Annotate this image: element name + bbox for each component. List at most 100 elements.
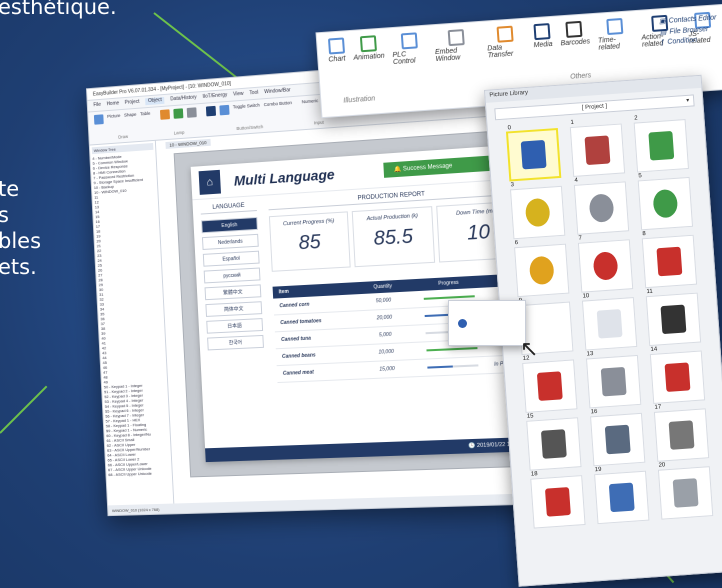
ribbon-item[interactable]: Table [140, 111, 151, 122]
toolbar-media-button[interactable]: Media [532, 23, 553, 56]
toolbar-embed-window-button[interactable]: Embed Window [434, 28, 481, 63]
key-switch-icon [584, 135, 611, 166]
contacts-editor-button[interactable]: ▣ Contacts Editor [659, 13, 717, 25]
language-button[interactable]: Español [202, 250, 260, 267]
language-button[interactable]: 日本語 [206, 318, 264, 334]
toolbar-data-transfer-button[interactable]: Data Transfer [486, 25, 526, 60]
menu-tool[interactable]: Tool [249, 90, 258, 98]
library-cell[interactable]: 12 [522, 355, 578, 413]
picture-icon[interactable] [93, 114, 104, 125]
library-cell[interactable]: 8 [641, 231, 698, 289]
library-cell[interactable]: 7 [577, 236, 634, 293]
language-button[interactable]: 简体中文 [205, 301, 263, 317]
cell-number: 17 [654, 404, 662, 411]
file-browser-label: File Browser [669, 25, 709, 36]
bit-lamp-icon[interactable] [159, 109, 170, 120]
set-word-icon[interactable] [219, 104, 230, 116]
toolbar-item-label: Barcodes [560, 38, 591, 48]
indirect-lamp-icon[interactable] [186, 107, 197, 118]
library-cell[interactable]: 0 [505, 125, 562, 182]
language-button[interactable]: English [201, 216, 258, 234]
cell-progress [412, 364, 494, 370]
ribbon-item[interactable]: Shape [124, 112, 137, 123]
library-cell[interactable]: 11 [645, 289, 702, 347]
library-cell[interactable]: 2 [633, 115, 690, 173]
toolbar-chart-button[interactable]: Chart [327, 37, 346, 70]
red-pipe-icon [544, 487, 571, 517]
yellow-emergency-stop-icon [528, 255, 555, 286]
library-cell[interactable]: 4 [573, 178, 630, 235]
control-box-icon [536, 371, 563, 401]
ribbon-item[interactable]: Combo Button [264, 100, 293, 112]
toolbar-plc-control-button[interactable]: PLC Control [391, 32, 428, 66]
language-panel: LANGUAGE English Nederlands Español русский… [200, 202, 264, 354]
library-cell[interactable]: 3 [509, 182, 566, 240]
kpi-value: 85.5 [373, 225, 414, 251]
ribbon-item[interactable]: Toggle Switch [233, 103, 260, 115]
language-title: LANGUAGE [200, 202, 257, 215]
ribbon-item[interactable]: Numeric [302, 98, 319, 104]
contacts-label: Contacts Editor [668, 13, 717, 25]
hmi-footer: 🕓 2019/01/22 15:57:02 [205, 436, 540, 463]
library-cell[interactable]: 5 [637, 173, 694, 231]
toolbar-clock-button[interactable]: Time-related [597, 17, 635, 52]
language-button[interactable]: Nederlands [201, 233, 259, 250]
library-cell[interactable]: 17 [653, 404, 710, 462]
cell-number: 0 [507, 125, 512, 132]
ribbon-group-label: Lamp [173, 129, 185, 136]
menu-data-history[interactable]: Data/History [170, 94, 197, 103]
library-cell[interactable]: 1 [569, 120, 626, 177]
bell-icon [660, 304, 687, 335]
library-cell[interactable]: 16 [590, 409, 646, 467]
document-tab[interactable]: 10 - WINDOW_010 [165, 138, 211, 149]
progress-bar [426, 347, 478, 352]
language-button[interactable]: русский [203, 267, 261, 284]
cell-quantity: 20,000 [376, 314, 393, 322]
barcode-icon [565, 20, 583, 38]
menu-window-bar[interactable]: Window/Bar [264, 87, 291, 96]
cell-number: 5 [638, 173, 642, 180]
toolbar-item-label: Data Transfer [487, 44, 514, 60]
menu-project[interactable]: Project [125, 99, 140, 107]
home-icon[interactable]: ⌂ [198, 169, 221, 195]
toolbar-animation-button[interactable]: Animation [352, 35, 385, 69]
file-browser-button[interactable]: ▤ File Browser [660, 24, 718, 37]
tree-item[interactable]: 68 - ASCII Upper Unicode [108, 470, 170, 477]
grey-pushbutton-icon [588, 193, 615, 223]
menu-file[interactable]: File [93, 102, 101, 109]
cell-number: 6 [514, 240, 519, 247]
library-cell[interactable]: 13 [585, 351, 642, 409]
production-report: PRODUCTION REPORT Current Progress (%) 8… [268, 185, 528, 384]
menu-iiot-energy[interactable]: IIoT/Energy [202, 92, 227, 101]
library-cell[interactable]: 14 [649, 346, 706, 404]
library-cell[interactable]: 10 [581, 293, 638, 351]
language-button[interactable]: 繁體中文 [204, 284, 262, 301]
cursor-icon: ↖ [520, 336, 539, 361]
toolbar-item-label: Time-related [597, 36, 621, 52]
library-cell[interactable]: 20 [657, 462, 714, 520]
menu-home[interactable]: Home [106, 100, 119, 108]
menu-object[interactable]: Object [145, 96, 165, 106]
set-bit-icon[interactable] [205, 105, 216, 117]
group-illustration: Illustration [343, 95, 376, 105]
library-cell[interactable]: 19 [594, 467, 650, 525]
menu-view[interactable]: View [233, 91, 244, 99]
col-quantity: Quantity [373, 283, 393, 291]
library-cell[interactable]: 6 [514, 240, 570, 298]
blue-pipe-icon [608, 482, 635, 513]
cell-number: 8 [642, 231, 646, 238]
plc-control-icon [400, 32, 418, 50]
chart-icon [327, 37, 345, 55]
caption-top: esthétique. [0, 0, 117, 19]
cell-number: 14 [650, 346, 658, 354]
language-button[interactable]: 한국어 [207, 334, 264, 351]
ribbon-item[interactable]: Picture [107, 113, 121, 124]
library-cell[interactable]: 18 [530, 471, 586, 529]
word-lamp-icon[interactable] [173, 108, 184, 119]
caption-line: ets. [0, 255, 37, 279]
toolbar-barcode-button[interactable]: Barcodes [559, 20, 591, 54]
valve-icon [604, 424, 631, 455]
library-cell[interactable]: 15 [526, 413, 582, 471]
language-list: English Nederlands Español русский 繁體中文 简体中文日… [201, 216, 264, 351]
caption-line: s [0, 203, 9, 227]
